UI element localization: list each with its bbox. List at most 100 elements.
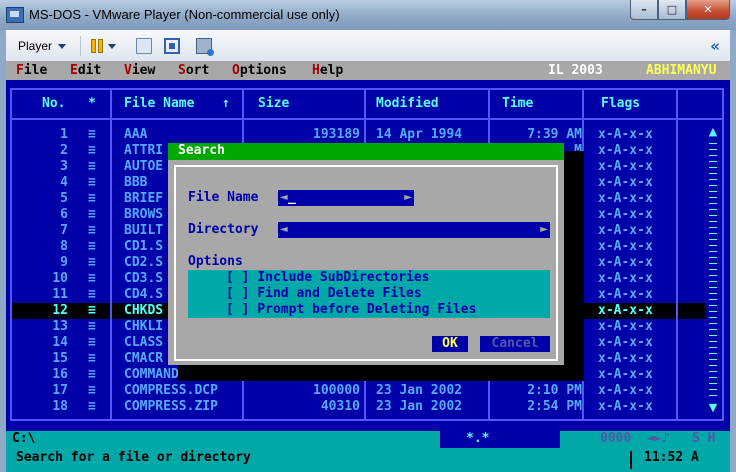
scroll-up-icon[interactable]: ▲ <box>706 125 720 139</box>
header-file-name[interactable]: File Name <box>124 96 194 112</box>
file-name-field[interactable]: ◄ _ ► <box>278 190 414 206</box>
dos-menubar: File Edit View Sort Options Help IL 2003… <box>6 61 730 80</box>
row-file-name: COMPRESS.DCP <box>124 383 218 398</box>
row-flags: x-A-x-x <box>598 175 653 190</box>
window-controls: – □ ✕ <box>630 0 730 20</box>
dialog-titlebar[interactable]: Search <box>168 143 564 160</box>
row-mark: ≡ <box>88 351 96 366</box>
header-flags[interactable]: Flags <box>601 96 640 112</box>
column-divider <box>582 88 584 120</box>
window-frame-right <box>730 30 736 472</box>
row-file-name: BROWS <box>124 207 164 222</box>
row-modified: 14 Apr 1994 <box>376 127 463 142</box>
header-no[interactable]: No. <box>42 96 65 112</box>
menu-help[interactable]: Help <box>312 63 343 79</box>
file-mask-field[interactable]: *.* <box>440 431 560 448</box>
header-time[interactable]: Time <box>502 96 533 112</box>
row-flags: x-A-x-x <box>598 191 653 206</box>
collapse-toolbar-icon[interactable]: « <box>710 37 720 55</box>
scroll-down-icon[interactable]: ▼ <box>706 401 720 415</box>
row-number: 9 <box>60 255 68 270</box>
scroll-track[interactable] <box>709 141 717 399</box>
row-mark: ≡ <box>88 399 96 414</box>
row-flags: x-A-x-x <box>598 287 653 302</box>
row-mark: ≡ <box>88 223 96 238</box>
field-left-arrow-icon: ◄ <box>280 224 288 235</box>
vm-screen[interactable]: File Edit View Sort Options Help IL 2003… <box>6 61 730 472</box>
status-divider <box>630 451 632 469</box>
ok-button[interactable]: OK <box>432 336 468 352</box>
row-mark: ≡ <box>88 255 96 270</box>
file-name-label: File Name <box>188 190 259 205</box>
sort-ascending-icon: ↑ <box>222 96 230 111</box>
header-size[interactable]: Size <box>258 96 289 112</box>
row-number: 6 <box>60 207 68 222</box>
row-mark: ≡ <box>88 159 96 174</box>
row-flags: x-A-x-x <box>598 207 653 222</box>
options-group: [ ] Include SubDirectories [ ] Find and … <box>188 270 550 318</box>
row-flags: x-A-x-x <box>598 127 653 142</box>
row-flags: x-A-x-x <box>598 319 653 334</box>
row-number: 11 <box>52 287 68 302</box>
menu-view[interactable]: View <box>124 63 155 79</box>
row-mark: ≡ <box>88 239 96 254</box>
menu-sort[interactable]: Sort <box>178 63 209 79</box>
row-number: 3 <box>60 159 68 174</box>
close-button[interactable]: ✕ <box>686 0 730 20</box>
cancel-button[interactable]: Cancel <box>480 336 550 352</box>
dialog-shadow <box>564 151 584 373</box>
column-divider <box>364 88 366 120</box>
fullscreen-icon[interactable] <box>164 38 180 54</box>
row-mark: ≡ <box>88 207 96 222</box>
row-flags: x-A-x-x <box>598 399 653 414</box>
vmware-app-icon <box>6 7 24 23</box>
row-mark: ≡ <box>88 271 96 286</box>
row-mark: ≡ <box>88 191 96 206</box>
row-file-name: CHKLI <box>124 319 164 334</box>
directory-field[interactable]: ◄ ► <box>278 222 550 238</box>
maximize-button[interactable]: □ <box>658 0 686 20</box>
row-mark: ≡ <box>88 143 96 158</box>
row-mark: ≡ <box>88 127 96 142</box>
pause-dropdown-icon[interactable] <box>108 44 116 49</box>
file-list-scrollbar[interactable]: ▲ ▼ <box>706 125 720 417</box>
row-mark: ≡ <box>88 303 96 318</box>
row-file-name: CD4.S <box>124 287 164 302</box>
pause-icon[interactable] <box>90 38 106 54</box>
status-message: Search for a file or directory <box>16 450 251 465</box>
menu-options[interactable]: Options <box>232 63 287 79</box>
row-flags: x-A-x-x <box>598 143 653 158</box>
chevron-down-icon <box>58 44 67 50</box>
player-menu[interactable]: Player <box>18 39 67 53</box>
dialog-title: Search <box>178 143 225 158</box>
row-number: 10 <box>52 271 68 286</box>
checkbox-find-and-delete[interactable]: [ ] Find and Delete Files <box>226 286 422 302</box>
menu-edit[interactable]: Edit <box>70 63 101 79</box>
row-mark: ≡ <box>88 367 96 382</box>
dialog-shadow <box>178 365 584 381</box>
current-path: C:\ <box>12 431 36 446</box>
minimize-button[interactable]: – <box>630 0 658 20</box>
header-mark[interactable]: * <box>88 96 96 112</box>
row-modified: 23 Jan 2002 <box>376 399 463 414</box>
row-number: 7 <box>60 223 68 238</box>
row-number: 2 <box>60 143 68 158</box>
row-file-name: CHKDS <box>124 303 164 318</box>
row-flags: x-A-x-x <box>598 239 653 254</box>
row-mark: ≡ <box>88 383 96 398</box>
header-modified[interactable]: Modified <box>376 96 439 112</box>
file-mask: *.* <box>466 431 490 446</box>
column-divider <box>242 88 244 120</box>
send-ctrl-alt-del-icon[interactable] <box>136 38 152 54</box>
menu-file[interactable]: File <box>16 63 47 79</box>
row-number: 16 <box>52 367 68 382</box>
column-divider <box>488 88 490 120</box>
window-titlebar[interactable]: MS-DOS - VMware Player (Non-commercial u… <box>0 0 736 30</box>
checkbox-include-subdirectories[interactable]: [ ] Include SubDirectories <box>226 270 430 286</box>
column-divider <box>676 119 678 421</box>
field-left-arrow-icon: ◄ <box>280 192 288 203</box>
removable-devices-icon[interactable] <box>196 38 214 56</box>
checkbox-prompt-before-deleting[interactable]: [ ] Prompt before Deleting Files <box>226 302 476 318</box>
field-right-arrow-icon: ► <box>404 192 412 203</box>
row-flags: x-A-x-x <box>598 303 653 318</box>
